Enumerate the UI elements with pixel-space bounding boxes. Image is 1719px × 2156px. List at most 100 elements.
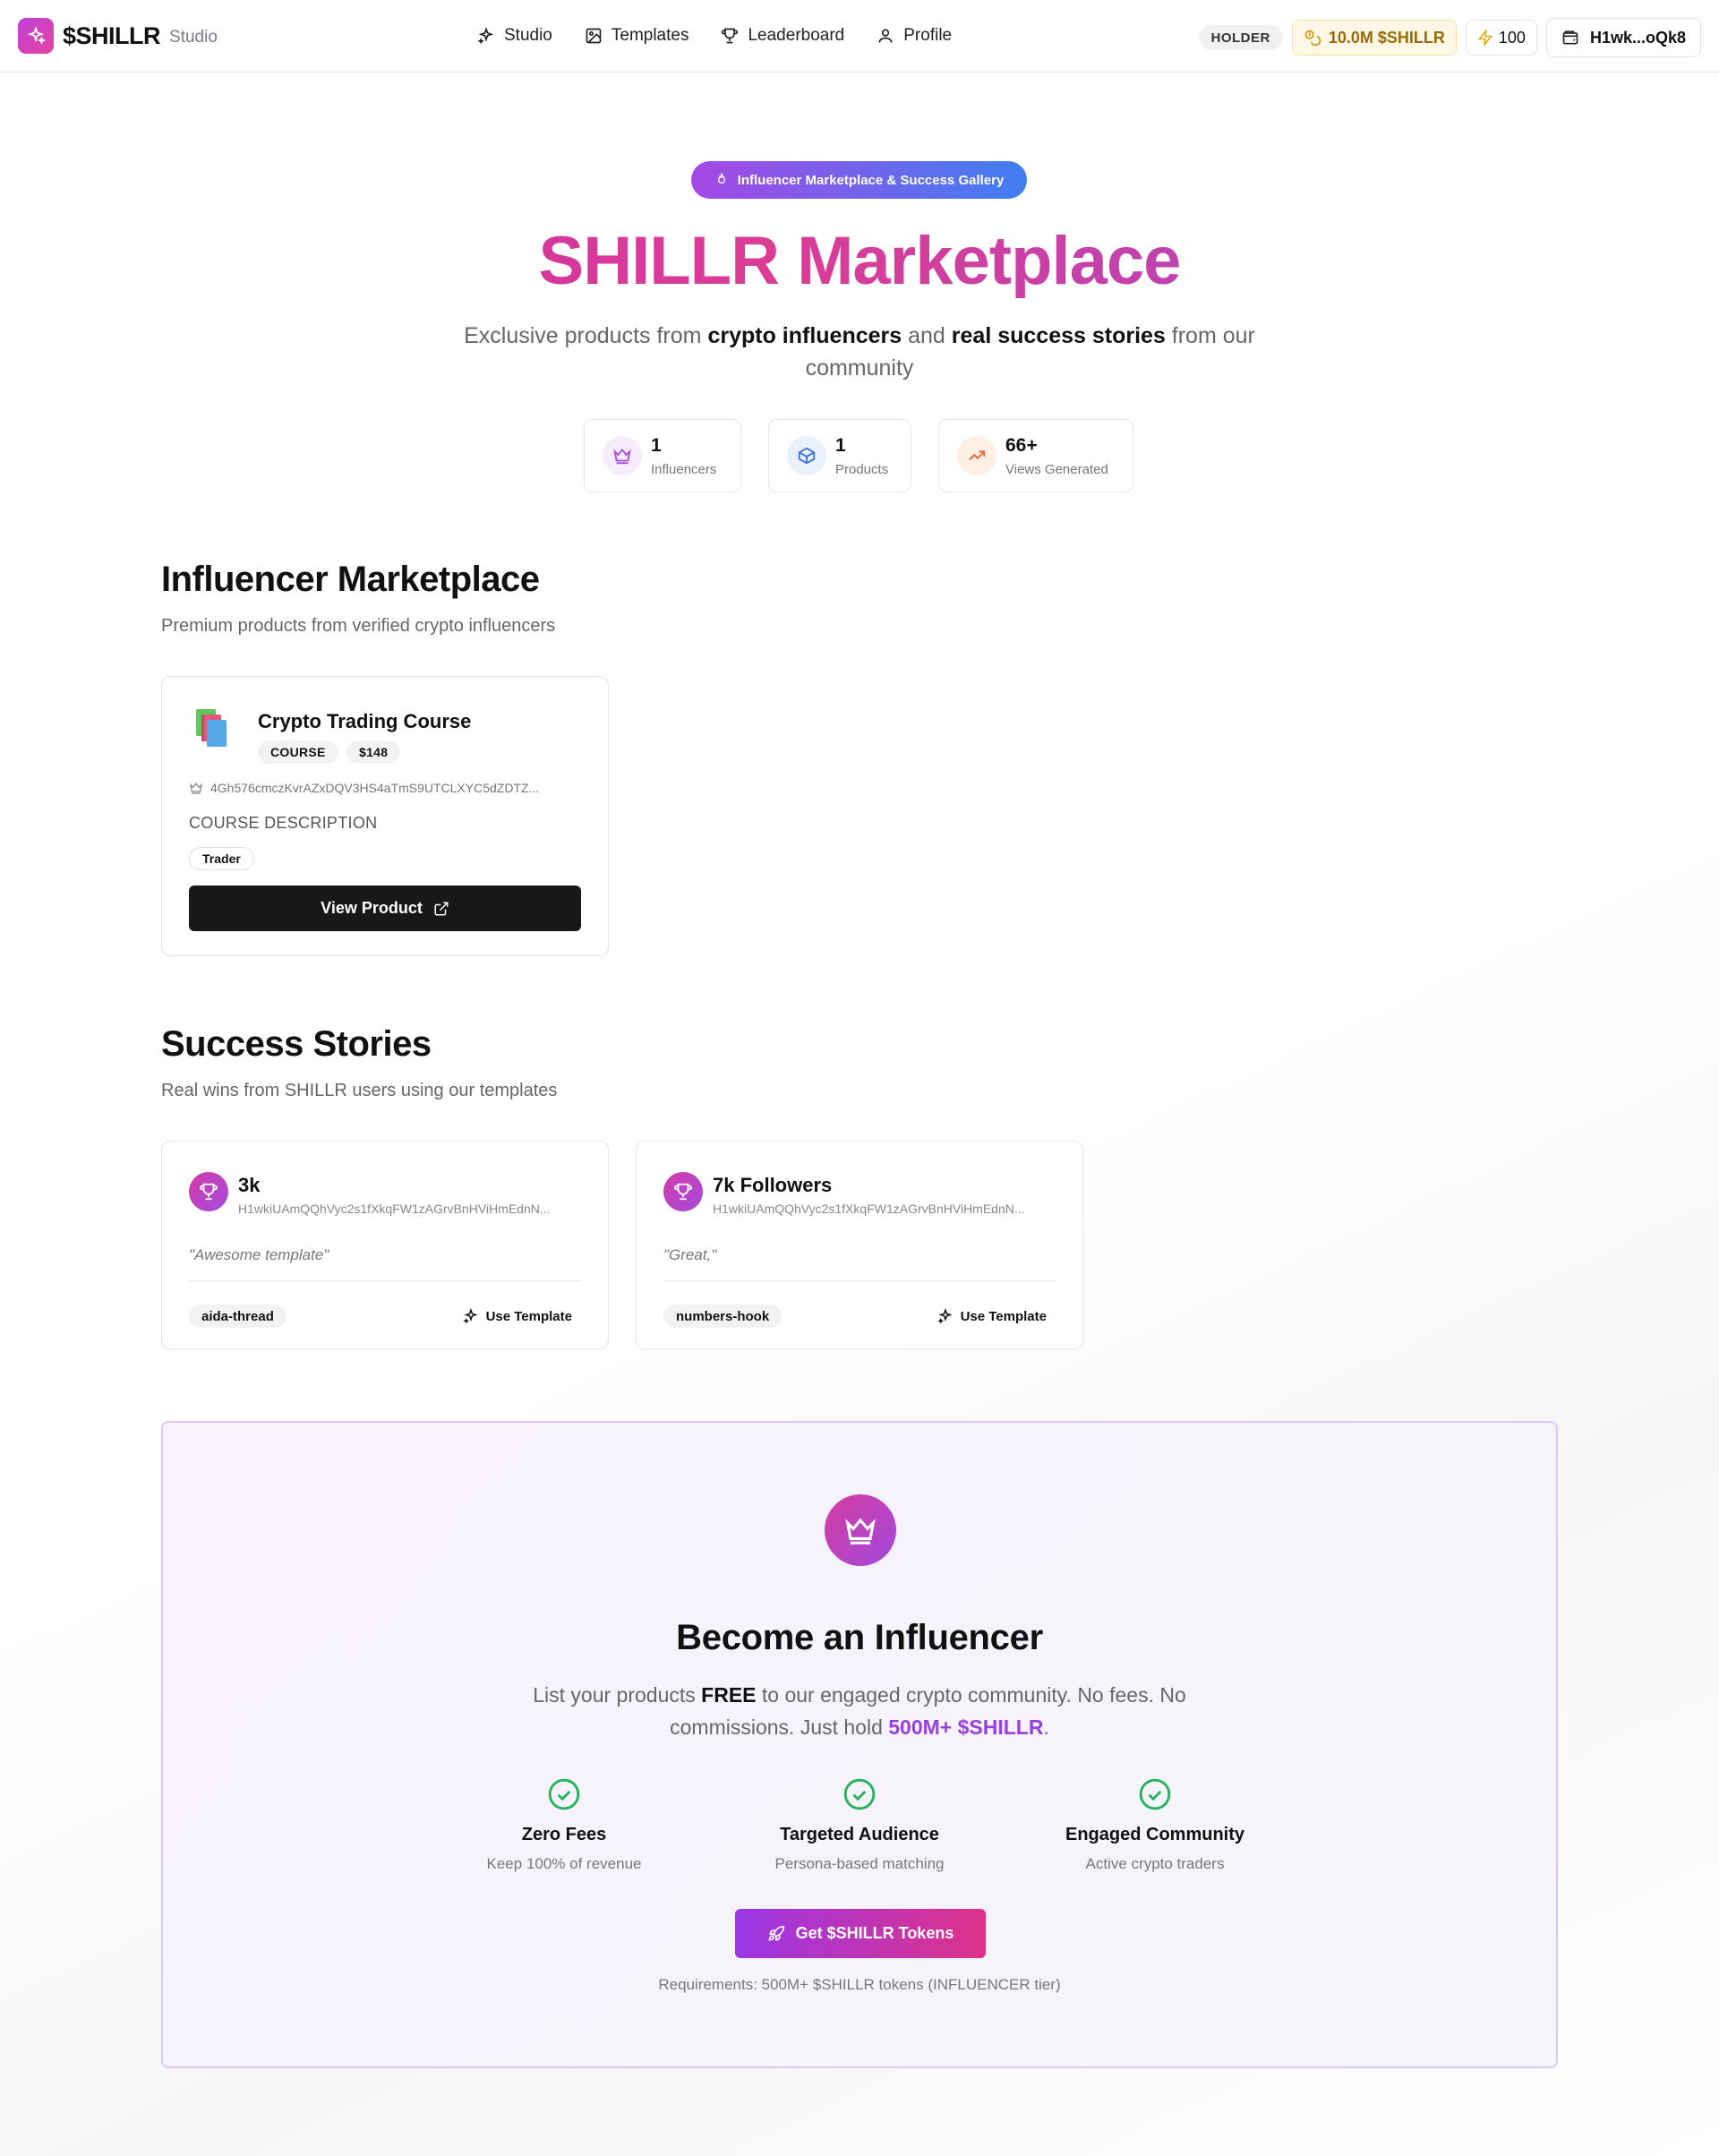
nav-link-studio[interactable]: Studio (477, 21, 552, 50)
story-quote: "Awesome template" (189, 1246, 329, 1263)
story-title: 3k (238, 1174, 261, 1196)
feature-title: Engaged Community (1065, 1825, 1244, 1844)
divider (663, 1280, 1056, 1281)
hero-badge: Influencer Marketplace & Success Gallery (691, 161, 1027, 199)
zap-icon (1477, 30, 1493, 46)
feature-targeted-audience: Targeted Audience Persona-based matching (743, 1777, 976, 1873)
token-balance-text: 10.0M $SHILLR (1328, 28, 1445, 47)
crown-icon (825, 1494, 896, 1566)
trophy-icon (189, 1172, 228, 1211)
story-card: 3k H1wkiUAmQQhVyc2s1fXkqFW1zAGrvBnHViHmE… (161, 1141, 609, 1349)
product-description: COURSE DESCRIPTION (189, 814, 378, 832)
feature-title: Zero Fees (521, 1825, 607, 1844)
stories-subtitle: Real wins from SHILLR users using our te… (161, 1081, 558, 1100)
story-quote: "Great," (663, 1246, 717, 1263)
wallet-icon (1562, 30, 1578, 45)
hero-subtitle-bold: real success stories (951, 323, 1166, 348)
use-template-button[interactable]: Use Template (936, 1305, 1047, 1328)
sparkles-icon (462, 1308, 478, 1324)
owner-address: 4Gh576cmczKvrAZxDQV3HS4aTmS9UTCLXYC5dZDT… (210, 781, 540, 795)
feature-subtitle: Active crypto traders (1085, 1855, 1225, 1872)
hero-subtitle-text: and (902, 323, 952, 348)
marketplace-title: Influencer Marketplace (161, 560, 540, 599)
stat-views: 66+ Views Generated (938, 419, 1133, 492)
hero-badge-text: Influencer Marketplace & Success Gallery (737, 172, 1005, 188)
stat-products: 1 Products (768, 419, 911, 492)
credits-balance[interactable]: 100 (1465, 20, 1537, 56)
template-tag: numbers-hook (663, 1305, 783, 1328)
nav-link-label: Templates (611, 26, 689, 45)
become-influencer-panel: Become an Influencer List your products … (161, 1421, 1558, 2068)
top-navbar: $SHILLR Studio Studio Templates Leaderbo… (0, 0, 1719, 73)
sparkles-icon (936, 1308, 953, 1324)
cta-subtitle-text: . (1043, 1715, 1049, 1739)
cta-subtitle: List your products FREE to our engaged c… (501, 1679, 1218, 1743)
check-circle-icon (843, 1778, 876, 1810)
feature-subtitle: Persona-based matching (774, 1855, 945, 1872)
story-card: 7k Followers H1wkiUAmQQhVyc2s1fXkqFW1zAG… (636, 1141, 1083, 1349)
product-card: Crypto Trading Course COURSE $148 4Gh576… (161, 676, 609, 956)
feature-title: Targeted Audience (780, 1825, 939, 1844)
nav-link-profile[interactable]: Profile (877, 21, 952, 50)
hero-subtitle-text: Exclusive products from (464, 323, 708, 348)
feature-zero-fees: Zero Fees Keep 100% of revenue (448, 1777, 680, 1873)
user-icon (878, 29, 893, 43)
check-circle-icon (548, 1778, 580, 1810)
nav-link-label: Leaderboard (748, 26, 845, 45)
trophy-icon (663, 1172, 703, 1211)
template-tag: aida-thread (189, 1305, 286, 1328)
marketplace-subtitle: Premium products from verified crypto in… (161, 616, 556, 636)
divider (189, 1280, 581, 1281)
cta-title: Become an Influencer (676, 1618, 1043, 1657)
check-circle-icon (1139, 1778, 1171, 1810)
page-title: SHILLR Marketplace (0, 222, 1719, 300)
view-product-button[interactable]: View Product (189, 886, 581, 931)
nav-link-label: Profile (903, 26, 953, 45)
nav-link-templates[interactable]: Templates (585, 21, 689, 50)
cta-subtitle-accent: 500M+ $SHILLR (888, 1715, 1044, 1739)
rocket-icon (768, 1925, 784, 1941)
use-template-label: Use Template (485, 1308, 572, 1324)
stat-value: 66+ (1005, 434, 1038, 456)
sparkles-logo-icon (18, 18, 54, 54)
hero-subtitle: Exclusive products from crypto influence… (421, 320, 1298, 384)
use-template-label: Use Template (960, 1308, 1047, 1324)
credits-text: 100 (1498, 28, 1526, 47)
books-icon (189, 706, 239, 755)
product-type-tag: COURSE (258, 740, 338, 764)
story-address: H1wkiUAmQQhVyc2s1fXkqFW1zAGrvBnHViHmEdnN… (238, 1202, 551, 1216)
nav-link-leaderboard[interactable]: Leaderboard (721, 21, 844, 50)
tier-badge: HOLDER (1198, 25, 1283, 50)
stories-title: Success Stories (161, 1024, 432, 1064)
cta-subtitle-bold: FREE (701, 1683, 757, 1707)
feature-subtitle: Keep 100% of revenue (486, 1855, 642, 1872)
box-icon (787, 436, 826, 475)
token-balance[interactable]: 10.0M $SHILLR (1291, 20, 1457, 56)
product-title: Crypto Trading Course (258, 710, 472, 732)
flame-icon (717, 173, 725, 184)
crown-icon (189, 783, 203, 794)
brand[interactable]: $SHILLR Studio (18, 18, 218, 54)
cta-subtitle-text: List your products (533, 1683, 702, 1707)
product-owner: 4Gh576cmczKvrAZxDQV3HS4aTmS9UTCLXYC5dZDT… (189, 781, 539, 795)
product-price-tag: $148 (346, 740, 401, 764)
use-template-button[interactable]: Use Template (462, 1305, 572, 1328)
nav-link-label: Studio (504, 26, 552, 45)
external-link-icon (434, 902, 449, 915)
view-product-label: View Product (321, 899, 423, 917)
hero-subtitle-bold: crypto influencers (707, 323, 902, 348)
wallet-button[interactable]: H1wk...oQk8 (1545, 18, 1701, 57)
image-icon (586, 28, 602, 44)
nav-links: Studio Templates Leaderboard Profile (477, 21, 984, 50)
stats-row: 1 Influencers 1 Products 66+ Views Gener… (584, 419, 1133, 492)
nav-right: HOLDER 10.0M $SHILLR 100 H1wk...oQk8 (1198, 18, 1701, 57)
stat-label: Views Generated (1005, 461, 1108, 477)
brand-sub: Studio (169, 27, 218, 47)
stat-influencers: 1 Influencers (584, 419, 741, 492)
stat-value: 1 (651, 434, 662, 456)
get-tokens-button[interactable]: Get $SHILLR Tokens (735, 1909, 986, 1958)
trophy-icon (722, 28, 739, 44)
wallet-address: H1wk...oQk8 (1589, 28, 1686, 47)
crown-icon (603, 436, 642, 475)
stat-label: Influencers (651, 461, 717, 477)
